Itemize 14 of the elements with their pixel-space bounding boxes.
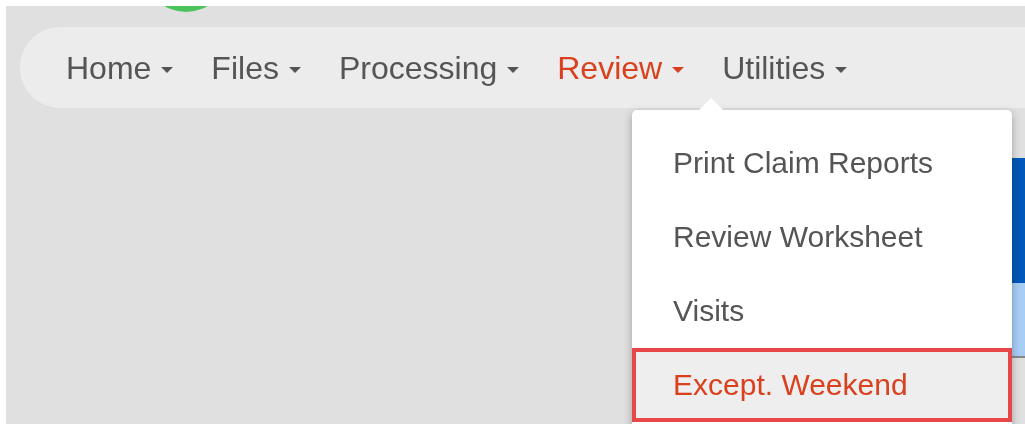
caret-icon <box>835 66 848 73</box>
nav-menu-item[interactable]: Utilities <box>722 43 848 92</box>
nav-menu-item[interactable]: Review <box>557 43 685 92</box>
dropdown-item[interactable]: Review Worksheet <box>632 200 1012 274</box>
nav-menu-item[interactable]: Processing <box>338 43 520 92</box>
caret-icon <box>507 66 520 73</box>
dropdown-item[interactable]: Visits <box>632 274 1012 348</box>
caret-icon <box>161 66 174 73</box>
dropdown-item[interactable]: Print Claim Reports <box>632 126 1012 200</box>
dropdown-item[interactable]: Except. Weekend <box>632 348 1012 422</box>
caret-icon <box>672 66 685 73</box>
nav-menu-item[interactable]: Home <box>66 43 174 92</box>
caret-icon <box>288 66 301 73</box>
nav-menu-item[interactable]: Files <box>211 43 301 92</box>
